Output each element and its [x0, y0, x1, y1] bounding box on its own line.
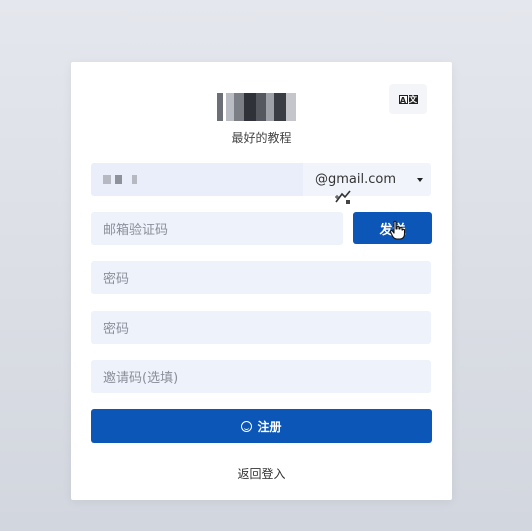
email-code-input[interactable]: 邮箱验证码: [91, 212, 343, 245]
translate-glyph-zh: 文: [408, 94, 418, 104]
translate-glyph-a: A: [398, 94, 408, 105]
register-label: 注册: [257, 419, 282, 434]
chevron-down-icon: [417, 177, 423, 182]
email-domain-select[interactable]: @gmail.com: [303, 163, 431, 196]
site-logo: [217, 90, 307, 124]
translate-icon: A 文: [398, 94, 418, 105]
invite-code-placeholder: 邀请码(选填): [103, 371, 179, 386]
site-slogan: 最好的教程: [231, 131, 292, 145]
password-confirm-placeholder: 密码: [103, 322, 130, 337]
password-input[interactable]: 密码: [91, 261, 431, 294]
register-button[interactable]: 注册: [91, 409, 432, 443]
email-code-placeholder: 邮箱验证码: [103, 223, 169, 238]
sparkle-icon: [335, 190, 351, 204]
email-input[interactable]: [91, 163, 303, 196]
register-card: A 文 最好的教程 @gmail.com 邮箱验证码 发送 密码 密码 邀请码(…: [71, 62, 452, 500]
language-toggle-button[interactable]: A 文: [389, 84, 427, 114]
hand-cursor-icon: [389, 220, 405, 240]
email-row: @gmail.com: [91, 163, 431, 196]
password-confirm-input[interactable]: 密码: [91, 311, 431, 344]
invite-code-input[interactable]: 邀请码(选填): [91, 360, 431, 393]
masked-email-text: [115, 175, 122, 184]
back-to-login-link[interactable]: 返回登入: [71, 465, 452, 482]
smile-icon: [241, 420, 253, 432]
password-placeholder: 密码: [103, 272, 130, 287]
back-to-login-label: 返回登入: [237, 467, 286, 481]
masked-email-text: [132, 175, 137, 184]
email-domain-value: @gmail.com: [315, 172, 397, 187]
masked-email-text: [103, 175, 111, 184]
